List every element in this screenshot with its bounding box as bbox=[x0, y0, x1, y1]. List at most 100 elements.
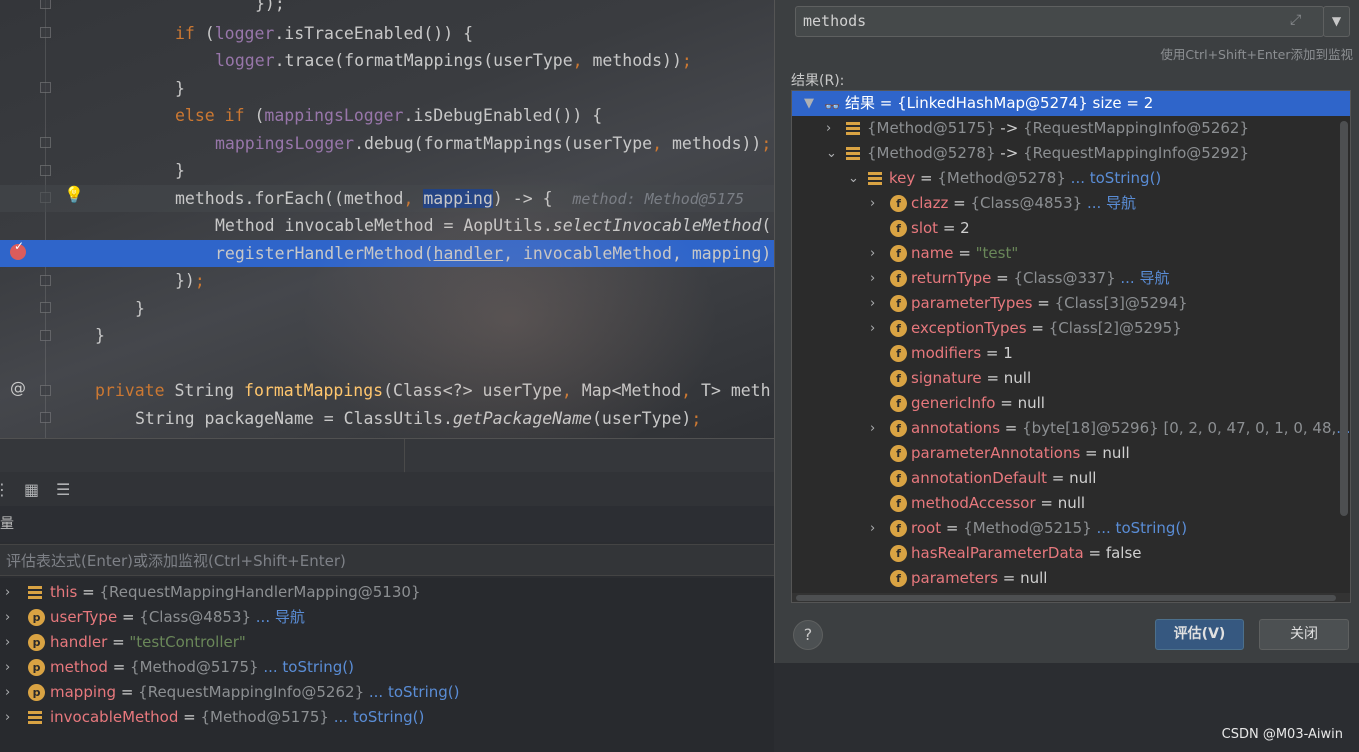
variable-row[interactable]: › p userType = {Class@4853} ... 导航 bbox=[0, 605, 774, 630]
tree-row[interactable]: f modifiers = 1 bbox=[792, 341, 1350, 366]
variable-row[interactable]: › p mapping = {RequestMappingInfo@5262} ..… bbox=[0, 680, 774, 705]
expression-input[interactable]: methods bbox=[795, 6, 1324, 37]
expand-arrow-icon[interactable]: › bbox=[870, 416, 875, 441]
expand-arrow-icon[interactable]: › bbox=[870, 291, 875, 316]
node-link[interactable]: ... 导航 bbox=[1082, 194, 1136, 212]
variable-row[interactable]: › invocableMethod = {Method@5175} ... toS… bbox=[0, 705, 774, 730]
tree-row-text: parameterTypes = {Class[3]@5294} bbox=[911, 291, 1188, 316]
code-line[interactable]: }); bbox=[0, 0, 774, 17]
code-line[interactable]: String packageName = ClassUtils.getPacka… bbox=[0, 405, 774, 432]
field-icon: f bbox=[890, 395, 907, 412]
expand-arrow-icon[interactable]: › bbox=[870, 266, 875, 291]
expand-arrow-icon[interactable]: › bbox=[826, 116, 831, 141]
code-token: .debug(formatMappings(userType bbox=[354, 134, 653, 153]
code-line[interactable]: methods.forEach((method, mapping) -> { m… bbox=[0, 185, 774, 212]
tree-row[interactable]: › {Method@5175} -> {RequestMappingInfo@52… bbox=[792, 116, 1350, 141]
help-button[interactable]: ? bbox=[793, 620, 823, 650]
table-view-icon[interactable]: ▦ bbox=[24, 480, 39, 499]
tree-row[interactable]: › f annotations = {byte[18]@5296} [0, 2, 0… bbox=[792, 416, 1350, 441]
object-icon bbox=[28, 711, 42, 724]
code-line[interactable]: private String formatMappings(Class<?> u… bbox=[0, 377, 774, 404]
variable-link[interactable]: ... toString() bbox=[364, 683, 460, 701]
expand-arrow-icon[interactable]: › bbox=[5, 680, 10, 705]
tree-row[interactable]: › f returnType = {Class@337} ... 导航 bbox=[792, 266, 1350, 291]
code-line[interactable] bbox=[0, 350, 774, 377]
node-value: {Class@337} bbox=[1013, 269, 1116, 287]
expand-arrow-icon[interactable]: › bbox=[5, 705, 10, 730]
close-button[interactable]: 关闭 bbox=[1259, 619, 1349, 650]
code-token: } bbox=[135, 299, 145, 318]
tree-row[interactable]: f methodAccessor = null bbox=[792, 491, 1350, 516]
tree-row[interactable]: › f parameterTypes = {Class[3]@5294} bbox=[792, 291, 1350, 316]
code-line[interactable]: mappingsLogger.debug(formatMappings(user… bbox=[0, 130, 774, 157]
node-value: {Class[3]@5294} bbox=[1054, 294, 1188, 312]
collapse-arrow-icon[interactable]: ▼ bbox=[804, 91, 814, 116]
tree-row[interactable]: f slot = 2 bbox=[792, 216, 1350, 241]
code-line[interactable]: } bbox=[0, 322, 774, 349]
tree-row[interactable]: › f exceptionTypes = {Class[2]@5295} bbox=[792, 316, 1350, 341]
node-link[interactable]: ... toString() bbox=[1066, 169, 1162, 187]
code-line[interactable]: if (logger.isTraceEnabled()) { bbox=[0, 20, 774, 47]
code-line[interactable]: logger.trace(formatMappings(userType, me… bbox=[0, 47, 774, 74]
tree-row[interactable]: f parameterAnnotations = null bbox=[792, 441, 1350, 466]
variable-row[interactable]: › this = {RequestMappingHandlerMapping@51… bbox=[0, 580, 774, 605]
collapse-arrow-icon[interactable]: ⌄ bbox=[826, 141, 837, 166]
horizontal-scrollbar[interactable] bbox=[792, 593, 1350, 602]
expand-arrow-icon[interactable]: › bbox=[870, 191, 875, 216]
annotation-at-icon[interactable]: @ bbox=[10, 378, 26, 397]
expand-arrow-icon[interactable]: › bbox=[5, 605, 10, 630]
code-line[interactable]: }); bbox=[0, 267, 774, 294]
tree-row[interactable]: f parameters = null bbox=[792, 566, 1350, 591]
node-link[interactable]: ... toString() bbox=[1092, 519, 1187, 537]
tree-row[interactable]: ▼ 👓 结果 = {LinkedHashMap@5274} size = 2 bbox=[792, 91, 1350, 116]
node-name: signature bbox=[911, 369, 982, 387]
history-dropdown-button[interactable]: ▼ bbox=[1323, 6, 1350, 37]
code-text: else if (mappingsLogger.isDebugEnabled()… bbox=[175, 102, 602, 129]
expand-arrow-icon[interactable]: › bbox=[5, 655, 10, 680]
expand-arrow-icon[interactable]: › bbox=[5, 630, 10, 655]
code-editor[interactable]: }); if (logger.isTraceEnabled()) {logger.… bbox=[0, 0, 774, 438]
variable-row[interactable]: › p method = {Method@5175} ... toString() bbox=[0, 655, 774, 680]
variable-link[interactable]: ... 导航 bbox=[251, 608, 305, 626]
tree-row[interactable]: › f root = {Method@5215} ... toString() bbox=[792, 516, 1350, 541]
tree-row[interactable]: ⌄ {Method@5278} -> {RequestMappingInfo@52… bbox=[792, 141, 1350, 166]
tree-row[interactable]: f genericInfo = null bbox=[792, 391, 1350, 416]
variable-value: {Method@5175} bbox=[200, 708, 329, 726]
code-line[interactable]: } bbox=[0, 295, 774, 322]
expand-arrow-icon[interactable]: › bbox=[870, 241, 875, 266]
variable-link[interactable]: ... toString() bbox=[259, 658, 354, 676]
tree-row[interactable]: f hasRealParameterData = false bbox=[792, 541, 1350, 566]
expand-arrow-icon[interactable]: › bbox=[870, 316, 875, 341]
node-link[interactable]: ... 导航 bbox=[1116, 269, 1169, 287]
node-separator: = bbox=[991, 269, 1014, 287]
tree-row[interactable]: f annotationDefault = null bbox=[792, 466, 1350, 491]
expand-arrow-icon[interactable]: › bbox=[870, 516, 875, 541]
tree-row[interactable]: ⌄ key = {Method@5278} ... toString() bbox=[792, 166, 1350, 191]
tree-row[interactable]: f signature = null bbox=[792, 366, 1350, 391]
evaluate-button[interactable]: 评估(V) bbox=[1155, 619, 1244, 650]
code-line[interactable]: else if (mappingsLogger.isDebugEnabled()… bbox=[0, 102, 774, 129]
split-divider[interactable] bbox=[404, 439, 405, 473]
tree-row[interactable]: › f clazz = {Class@4853} ... 导航 bbox=[792, 191, 1350, 216]
lightbulb-icon[interactable]: 💡 bbox=[64, 185, 84, 204]
execution-line[interactable]: registerHandlerMethod(handler, invocable… bbox=[0, 240, 774, 267]
variable-row[interactable]: › p handler = "testController" bbox=[0, 630, 774, 655]
variable-value: {Class@4853} bbox=[139, 608, 252, 626]
code-line[interactable]: } bbox=[0, 75, 774, 102]
tree-row-text: parameterAnnotations = null bbox=[911, 441, 1130, 466]
expand-arrow-icon[interactable]: › bbox=[5, 580, 10, 605]
variable-link[interactable]: ... toString() bbox=[329, 708, 425, 726]
vertical-scrollbar[interactable] bbox=[1340, 121, 1348, 516]
tree-row[interactable]: › f name = "test" bbox=[792, 241, 1350, 266]
node-value: 2 bbox=[960, 219, 970, 237]
collapse-arrow-icon[interactable]: ⌄ bbox=[848, 166, 859, 191]
layout-icon[interactable]: ☰ bbox=[56, 480, 70, 499]
object-icon bbox=[28, 586, 42, 599]
tree-row-text: annotationDefault = null bbox=[911, 466, 1096, 491]
horizontal-scroll-thumb[interactable] bbox=[796, 595, 1336, 601]
result-tree[interactable]: ›fdeclaredAnnotations = {LinkedHashMap@5… bbox=[791, 90, 1351, 603]
code-line[interactable]: } bbox=[0, 157, 774, 184]
watch-expression-input[interactable]: 评估表达式(Enter)或添加监视(Ctrl+Shift+Enter) bbox=[0, 544, 774, 576]
expand-icon[interactable]: ⤢ bbox=[1290, 12, 1301, 28]
code-line[interactable]: Method invocableMethod = AopUtils.select… bbox=[0, 212, 774, 239]
